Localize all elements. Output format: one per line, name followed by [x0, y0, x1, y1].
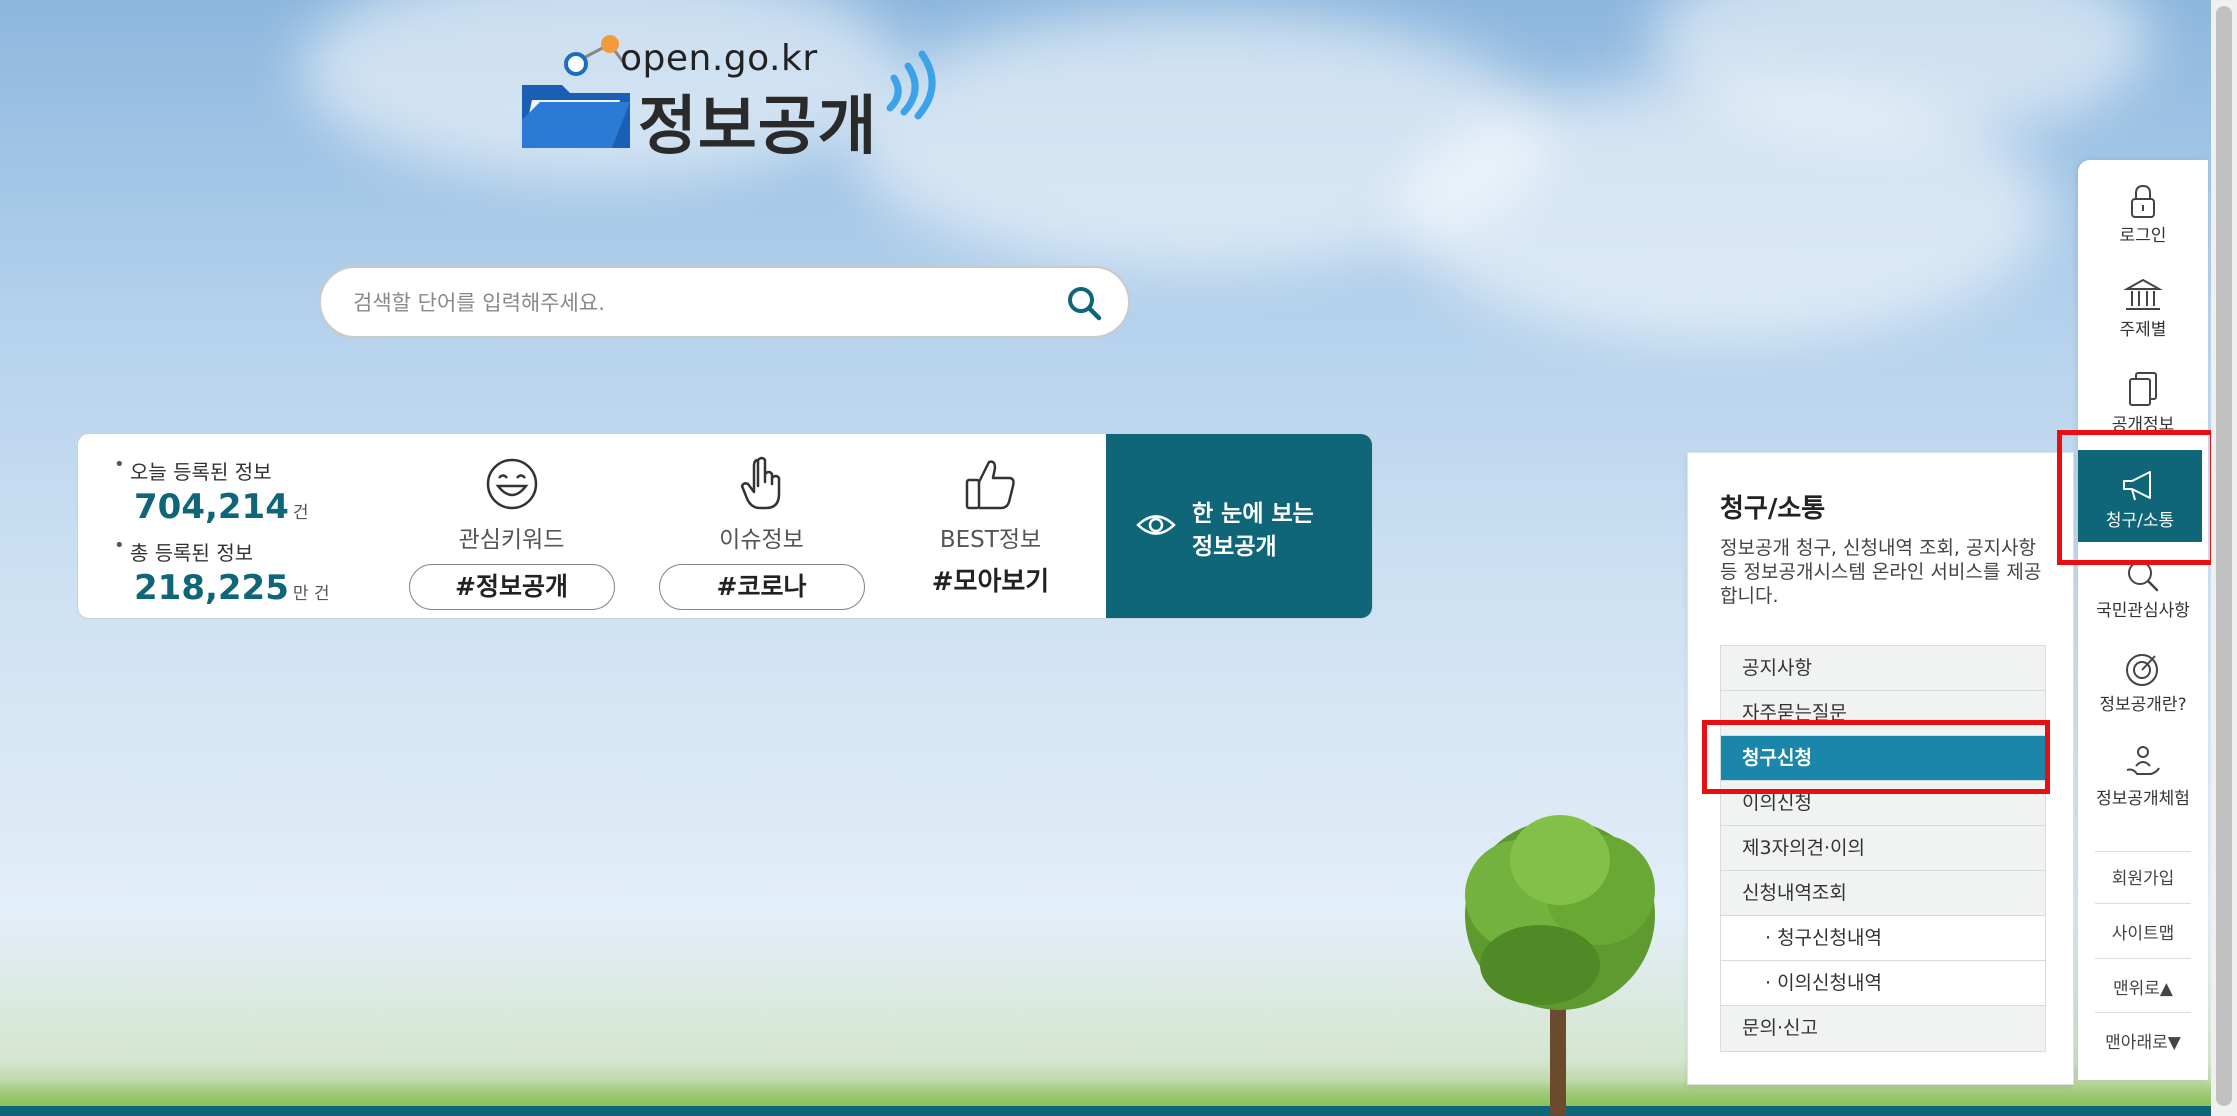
megaphone-icon — [2123, 471, 2151, 501]
quick-label: 정보공개란? — [2099, 695, 2187, 715]
today-stat-value: 704,214 — [134, 487, 289, 527]
scroll-top-link[interactable]: 맨위로▲ — [2078, 974, 2208, 999]
menu-item-faq[interactable]: 자주묻는질문 — [1721, 691, 2045, 736]
keyword-tag-link[interactable]: #모아보기 — [883, 560, 1098, 606]
menu-item-history[interactable]: 신청내역조회 — [1721, 871, 2045, 916]
quick-subject[interactable]: 주제별 — [2078, 277, 2208, 340]
today-stat-unit: 건 — [292, 503, 309, 523]
today-stat-label: 오늘 등록된 정보 — [114, 454, 414, 485]
total-stat-unit: 만 건 — [292, 584, 330, 604]
quick-label: 국민관심사항 — [2096, 601, 2190, 621]
divider — [2095, 958, 2191, 959]
document-icon — [2129, 372, 2157, 406]
total-stat-label: 총 등록된 정보 — [114, 535, 414, 566]
menu-item-request[interactable]: 청구신청 — [1721, 736, 2045, 781]
request-communication-dropdown: 청구/소통 정보공개 청구, 신청내역 조회, 공지사항 등 정보공개시스템 온… — [1687, 452, 2074, 1085]
dropdown-menu: 공지사항 자주묻는질문 청구신청 이의신청 제3자의견·이의 신청내역조회 · … — [1720, 645, 2046, 1052]
hand-person-icon — [2126, 746, 2160, 775]
divider — [2095, 851, 2191, 852]
quick-label: 정보공개체험 — [2096, 789, 2190, 809]
quick-label: 주제별 — [2119, 320, 2167, 340]
keyword-tag-button[interactable]: #코로나 — [658, 564, 865, 610]
overview-button-label: 한 눈에 보는 정보공개 — [1192, 501, 1314, 560]
keyword-interest: 관심키워드 #정보공개 — [404, 456, 619, 610]
logo-domain: open.go.kr — [620, 38, 818, 79]
overview-button[interactable]: 한 눈에 보는 정보공개 — [1106, 434, 1372, 618]
menu-item-inquiry-report[interactable]: 문의·신고 — [1721, 1006, 2045, 1051]
dropdown-title: 청구/소통 — [1720, 494, 1826, 524]
scroll-bottom-link[interactable]: 맨아래로▼ — [2078, 1028, 2208, 1053]
tree-illustration — [1465, 815, 1655, 1115]
total-stat-value: 218,225 — [134, 568, 289, 608]
keyword-label: 이슈정보 — [719, 527, 804, 553]
quick-public-info[interactable]: 공개정보 — [2078, 370, 2208, 435]
search-bar — [319, 266, 1130, 338]
quick-about[interactable]: 정보공개란? — [2078, 650, 2208, 715]
quick-label: 로그인 — [2119, 226, 2167, 246]
menu-item-notice[interactable]: 공지사항 — [1721, 646, 2045, 691]
keyword-label: 관심키워드 — [458, 527, 565, 553]
thumbs-up-icon — [965, 460, 1015, 510]
quick-request-active[interactable]: 청구/소통 — [2078, 450, 2202, 542]
eye-icon — [1136, 515, 1176, 535]
footer-strip — [0, 1106, 2237, 1116]
logo-title: 정보공개 — [638, 90, 878, 164]
magnifier-icon — [2128, 561, 2159, 592]
dropdown-description: 정보공개 청구, 신청내역 조회, 공지사항 등 정보공개시스템 온라인 서비스… — [1720, 537, 2042, 607]
quick-public-interest[interactable]: 국민관심사항 — [2078, 558, 2208, 621]
registration-stats: 오늘 등록된 정보 704,214건 총 등록된 정보 218,225만 건 — [114, 454, 414, 608]
smile-face-icon — [486, 458, 537, 510]
sitemap-link[interactable]: 사이트맵 — [2078, 919, 2208, 944]
keyword-best: BEST정보 #모아보기 — [883, 456, 1098, 606]
keyword-tag-button[interactable]: #정보공개 — [408, 564, 615, 610]
menu-item-objection[interactable]: 이의신청 — [1721, 781, 2045, 826]
divider — [2095, 903, 2191, 904]
signal-waves-icon — [886, 50, 936, 120]
scrollbar[interactable] — [2211, 0, 2237, 1116]
search-icon[interactable] — [1064, 283, 1104, 323]
keyword-label: BEST정보 — [939, 527, 1042, 553]
search-input[interactable] — [351, 268, 1035, 338]
pointing-hand-icon — [740, 456, 780, 510]
quick-label: 공개정보 — [2111, 415, 2175, 435]
target-icon — [2126, 654, 2158, 686]
site-logo[interactable]: open.go.kr 정보공개 — [520, 30, 940, 164]
lock-icon — [2131, 184, 2155, 218]
page: { "logo": { "domain": "open.go.kr", "tit… — [0, 0, 2237, 1116]
building-icon — [2123, 278, 2163, 310]
info-summary-panel: 오늘 등록된 정보 704,214건 총 등록된 정보 218,225만 건 관… — [77, 433, 1373, 619]
menu-item-objection-history[interactable]: · 이의신청내역 — [1721, 961, 2045, 1006]
quick-experience[interactable]: 정보공개체험 — [2078, 744, 2208, 809]
keyword-issue: 이슈정보 #코로나 — [654, 456, 869, 610]
menu-item-third-party[interactable]: 제3자의견·이의 — [1721, 826, 2045, 871]
divider — [2095, 1012, 2191, 1013]
menu-item-request-history[interactable]: · 청구신청내역 — [1721, 916, 2045, 961]
quick-login[interactable]: 로그인 — [2078, 183, 2208, 246]
quick-label: 청구/소통 — [2105, 511, 2175, 531]
signup-link[interactable]: 회원가입 — [2078, 864, 2208, 889]
scrollbar-thumb[interactable] — [2216, 6, 2232, 1106]
